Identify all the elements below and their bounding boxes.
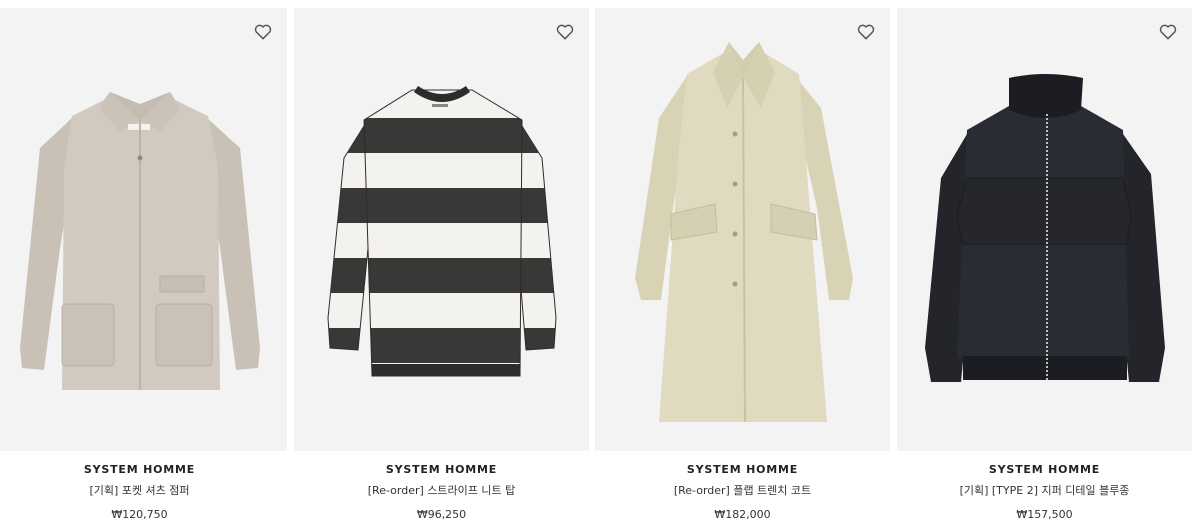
product-price: ₩96,250 [416,508,467,521]
product-grid: SYSTEM HOMME [기획] 포켓 셔츠 점퍼 ₩120,750 SYST… [0,8,1197,530]
product-image[interactable] [0,8,287,451]
heart-outline-icon[interactable] [253,22,273,42]
khaki-trench-coat-image [635,42,853,423]
product-image[interactable] [595,8,890,451]
product-brand[interactable]: SYSTEM HOMME [595,463,890,476]
product-card[interactable]: SYSTEM HOMME [기획] 포켓 셔츠 점퍼 ₩120,750 [0,8,287,530]
product-price: ₩182,000 [714,508,771,521]
heart-outline-icon[interactable] [856,22,876,42]
product-card[interactable]: SYSTEM HOMME [Re-order] 스트라이프 니트 탑 ₩96,2… [294,8,589,530]
product-image[interactable] [294,8,589,451]
product-brand[interactable]: SYSTEM HOMME [0,463,287,476]
product-name[interactable]: [기획] [TYPE 2] 지퍼 디테일 블루종 [897,482,1192,498]
product-brand[interactable]: SYSTEM HOMME [897,463,1192,476]
product-price: ₩157,500 [1016,508,1073,521]
black-white-striped-knit-image [327,86,557,377]
product-card[interactable]: SYSTEM HOMME [Re-order] 플랩 트렌치 코트 ₩182,0… [595,8,890,530]
beige-shirt-jacket-image [20,92,260,390]
product-card[interactable]: SYSTEM HOMME [기획] [TYPE 2] 지퍼 디테일 블루종 ₩1… [897,8,1192,530]
heart-outline-icon[interactable] [1158,22,1178,42]
heart-outline-icon[interactable] [555,22,575,42]
product-brand[interactable]: SYSTEM HOMME [294,463,589,476]
product-image[interactable] [897,8,1192,451]
black-zip-blouson-image [925,74,1165,382]
product-price: ₩120,750 [111,508,168,521]
product-name[interactable]: [Re-order] 스트라이프 니트 탑 [294,482,589,498]
product-name[interactable]: [기획] 포켓 셔츠 점퍼 [0,482,287,498]
product-name[interactable]: [Re-order] 플랩 트렌치 코트 [595,482,890,498]
